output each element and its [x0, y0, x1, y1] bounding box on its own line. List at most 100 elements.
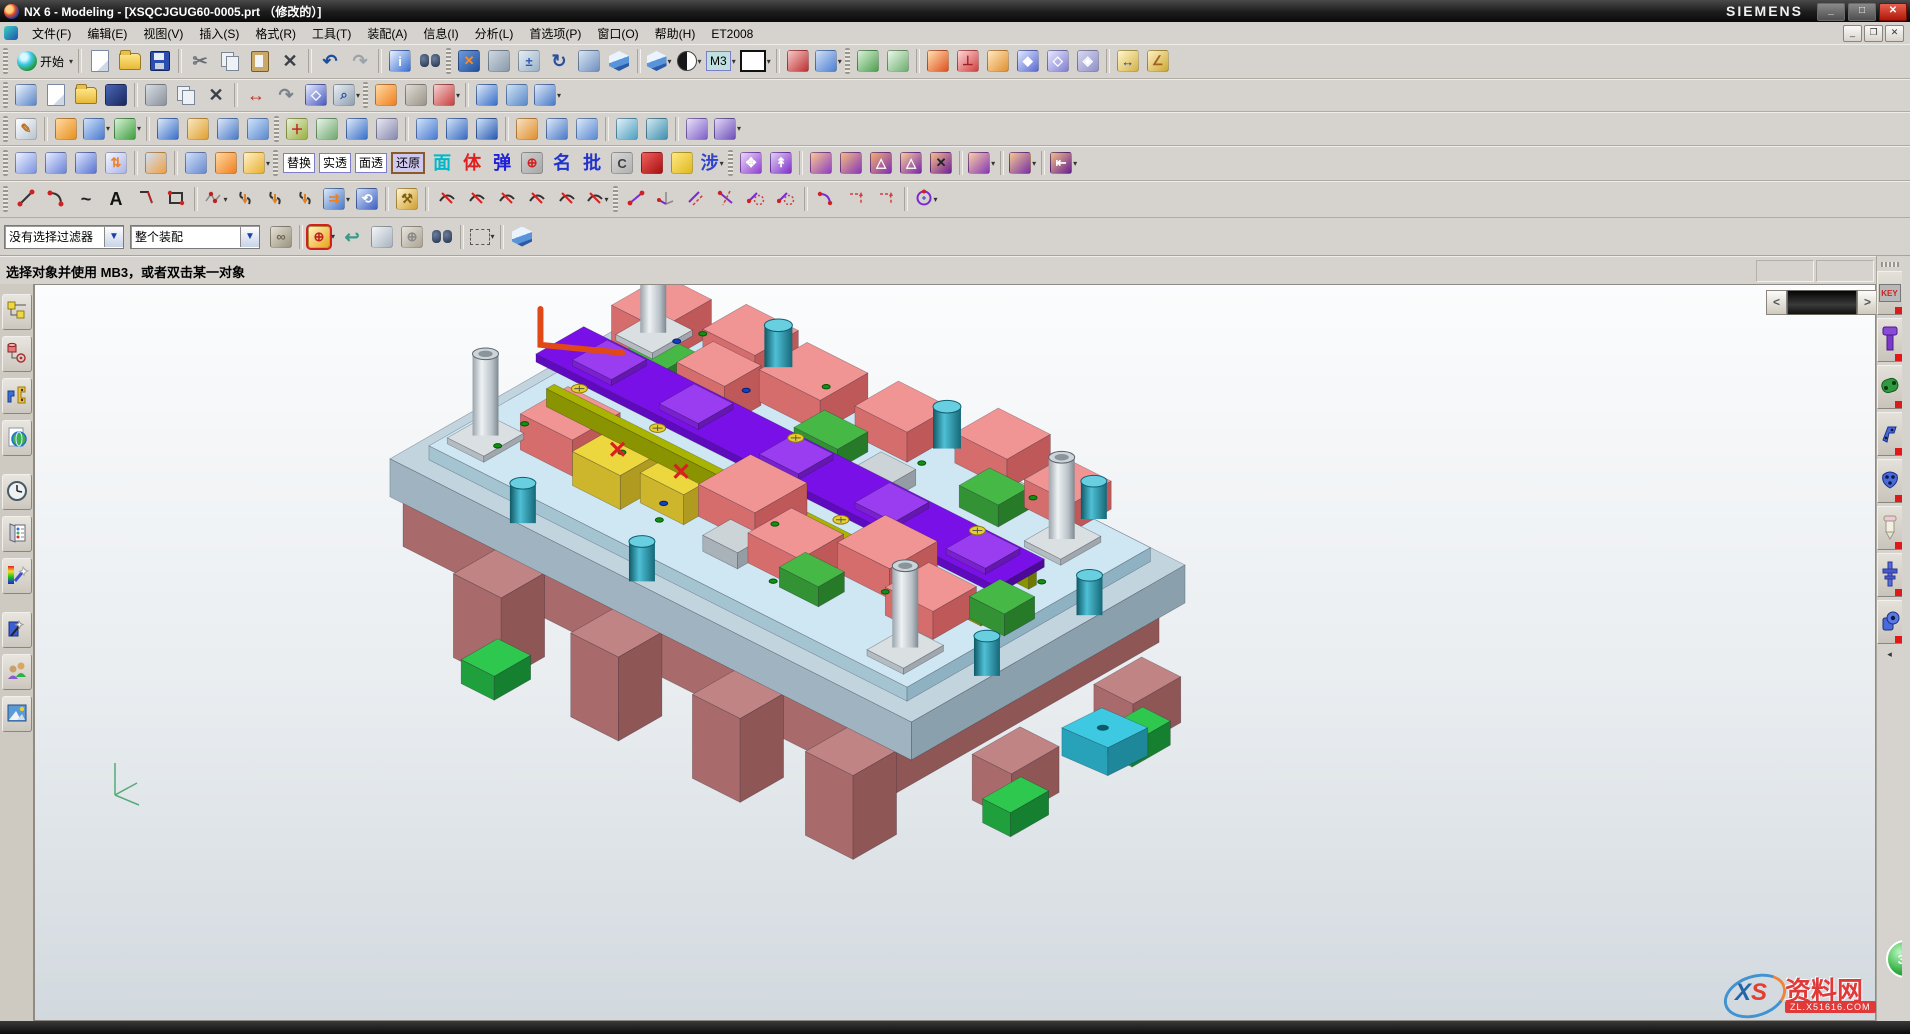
block-icon[interactable]: [52, 115, 80, 143]
styled-blend-icon[interactable]: [182, 149, 210, 177]
point-set-icon[interactable]: ▾: [202, 185, 230, 213]
scroll-up-icon[interactable]: ◂: [1887, 649, 1892, 660]
unite-icon[interactable]: [413, 115, 441, 143]
sequence-icon[interactable]: [402, 81, 430, 109]
mdi-minimize-button[interactable]: _: [1843, 25, 1862, 42]
menu-item-2[interactable]: 视图(V): [135, 25, 191, 43]
sketch-icon[interactable]: ✎: [12, 115, 40, 143]
batch-tool[interactable]: 批: [578, 149, 606, 177]
pilot-part-button[interactable]: [1877, 506, 1903, 550]
measure-angle-icon[interactable]: ∠: [1144, 47, 1172, 75]
shell-icon[interactable]: [343, 115, 371, 143]
project-curve-icon[interactable]: [232, 185, 260, 213]
bounded-plane-icon[interactable]: ▾: [242, 149, 271, 177]
undo-icon[interactable]: ↶: [316, 47, 344, 75]
rectangle-icon[interactable]: [162, 185, 190, 213]
chamfer-icon[interactable]: [573, 115, 601, 143]
assembly-navigator-button[interactable]: [2, 294, 32, 330]
mdi-restore-button[interactable]: ❐: [1864, 25, 1883, 42]
menu-item-7[interactable]: 信息(I): [415, 25, 466, 43]
dropdown-arrow-icon[interactable]: ▾: [668, 57, 672, 66]
dropdown-arrow-icon[interactable]: ▾: [106, 124, 110, 133]
undo-selection-icon[interactable]: ⊕: [398, 223, 426, 251]
scroll-slot[interactable]: [1787, 290, 1857, 315]
reference-set-icon[interactable]: [473, 81, 501, 109]
maximize-button[interactable]: □: [1848, 3, 1876, 21]
trim-body-icon[interactable]: [613, 115, 641, 143]
show-hide-icon[interactable]: ◆: [1014, 47, 1042, 75]
menu-item-11[interactable]: 帮助(H): [647, 25, 704, 43]
pad-icon[interactable]: [313, 115, 341, 143]
spline-icon[interactable]: ~: [72, 185, 100, 213]
plate-part-button[interactable]: [1877, 459, 1903, 503]
intersect-icon[interactable]: [473, 115, 501, 143]
edit-object-display-icon[interactable]: [984, 47, 1012, 75]
datum-plane-icon[interactable]: ▾: [113, 115, 142, 143]
chevron-down-icon[interactable]: ▼: [104, 227, 123, 247]
dropdown-arrow-icon[interactable]: ▾: [737, 124, 741, 133]
through-curves-icon[interactable]: [42, 149, 70, 177]
snap-point-icon[interactable]: ⊕▾: [307, 223, 336, 251]
new-window-icon[interactable]: [784, 47, 812, 75]
parallel-line-icon[interactable]: [682, 185, 710, 213]
cylinder-icon[interactable]: ▾: [82, 115, 111, 143]
zoom-window-icon[interactable]: [485, 47, 513, 75]
dropdown-arrow-icon[interactable]: ▾: [991, 159, 995, 168]
offset-surface-icon[interactable]: [142, 149, 170, 177]
corner-dim-icon[interactable]: [842, 185, 870, 213]
dropdown-arrow-icon[interactable]: ▾: [137, 124, 141, 133]
yellow-solid-tool[interactable]: [668, 149, 696, 177]
find-in-tree-icon[interactable]: [428, 223, 456, 251]
replace-button[interactable]: 替换: [282, 149, 316, 177]
background-swatch[interactable]: ▾: [739, 47, 772, 75]
thread-icon[interactable]: [373, 115, 401, 143]
rotate-view-icon[interactable]: ↻: [545, 47, 573, 75]
trim-corner-icon[interactable]: [463, 185, 491, 213]
dropdown-arrow-icon[interactable]: ▾: [720, 159, 724, 168]
palettes-button[interactable]: [2, 696, 32, 732]
paste-icon[interactable]: [246, 47, 274, 75]
find-component-icon[interactable]: [416, 47, 444, 75]
menu-item-4[interactable]: 格式(R): [247, 25, 304, 43]
wcs-dynamics-icon[interactable]: ⊥: [954, 47, 982, 75]
dropdown-arrow-icon[interactable]: ▾: [732, 57, 736, 66]
wizard-button[interactable]: [2, 612, 32, 648]
text-icon[interactable]: A: [102, 185, 130, 213]
arrangements-icon[interactable]: ▾: [432, 81, 461, 109]
dropdown-arrow-icon[interactable]: ▾: [223, 195, 227, 204]
back-icon[interactable]: ↩: [338, 223, 366, 251]
dropdown-arrow-icon[interactable]: ▾: [557, 91, 561, 100]
pattern-face-icon[interactable]: ▾: [1008, 149, 1037, 177]
pocket-icon[interactable]: ＋: [283, 115, 311, 143]
hole-icon[interactable]: [214, 115, 242, 143]
part-navigator-button[interactable]: [2, 378, 32, 414]
sketch-line-icon[interactable]: [622, 185, 650, 213]
wave-geometry-icon[interactable]: [142, 81, 170, 109]
delete-icon[interactable]: ✕: [276, 47, 304, 75]
visualization-button[interactable]: [2, 558, 32, 594]
copy-tool[interactable]: C: [608, 149, 636, 177]
replace-face-icon[interactable]: [837, 149, 865, 177]
split-body-icon[interactable]: [643, 115, 671, 143]
dropdown-arrow-icon[interactable]: ▾: [331, 232, 335, 241]
check-clearance-icon[interactable]: ⌕▾: [332, 81, 361, 109]
key-tool-button[interactable]: KEY: [1877, 271, 1903, 315]
message-scrollbar[interactable]: < >: [1766, 290, 1878, 315]
chevron-down-icon[interactable]: ▼: [240, 227, 259, 247]
rectangle-select-icon[interactable]: ▾: [468, 223, 496, 251]
tangent-circle-icon[interactable]: [742, 185, 770, 213]
die-assembly-model[interactable]: ✕✕: [35, 285, 1875, 1020]
info-icon[interactable]: i: [386, 47, 414, 75]
copy-face-icon[interactable]: ▾: [967, 149, 996, 177]
menu-item-10[interactable]: 窗口(O): [589, 25, 646, 43]
new-icon[interactable]: [86, 47, 114, 75]
perspective-icon[interactable]: [605, 47, 633, 75]
link-part-button[interactable]: [1877, 365, 1903, 409]
fit-view-icon[interactable]: ✕: [455, 47, 483, 75]
ruled-surface-icon[interactable]: [12, 149, 40, 177]
dropdown-arrow-icon[interactable]: ▾: [1073, 159, 1077, 168]
offset-region-icon[interactable]: [807, 149, 835, 177]
menu-item-6[interactable]: 装配(A): [359, 25, 415, 43]
zoom-icon[interactable]: ±: [515, 47, 543, 75]
layer-settings-icon[interactable]: [854, 47, 882, 75]
